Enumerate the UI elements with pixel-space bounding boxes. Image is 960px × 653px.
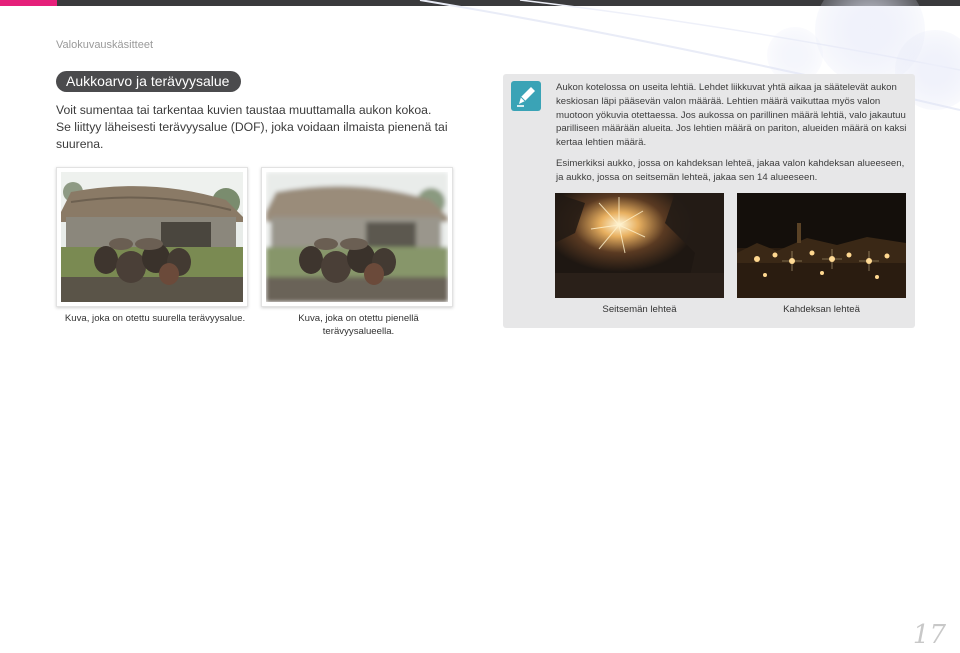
top-bar bbox=[0, 0, 960, 6]
intro-line-2: Se liittyy läheisesti terävyysalue (DOF)… bbox=[56, 120, 448, 151]
photo-seven-blades bbox=[555, 193, 724, 298]
top-bar-accent bbox=[0, 0, 57, 6]
note-box: Aukon kotelossa on useita lehtiä. Lehdet… bbox=[503, 74, 915, 328]
note-paragraph-2: Esimerkiksi aukko, jossa on kahdeksan le… bbox=[556, 157, 905, 183]
caption-large-dof: Kuva, joka on otettu suurella terävyysal… bbox=[64, 313, 246, 324]
intro-line-1: Voit sumentaa tai tarkentaa kuvien taust… bbox=[56, 103, 432, 117]
caption-small-dof: Kuva, joka on otettu pienellä terävyysal… bbox=[298, 313, 419, 337]
photo-eight-blades bbox=[737, 193, 906, 298]
pencil-note-icon bbox=[511, 81, 541, 111]
intro-text: Voit sumentaa tai tarkentaa kuvien taust… bbox=[56, 102, 466, 153]
page-number: 17 bbox=[912, 620, 946, 650]
note-text: Aukon kotelossa on useita lehtiä. Lehdet… bbox=[556, 81, 912, 192]
section-title: Aukkoarvo ja terävyysalue bbox=[56, 71, 241, 92]
note-paragraph-1: Aukon kotelossa on useita lehtiä. Lehdet… bbox=[556, 82, 907, 149]
photo-small-dof bbox=[261, 167, 453, 307]
caption-eight-blades: Kahdeksan lehteä bbox=[783, 304, 860, 315]
photo-large-dof bbox=[56, 167, 248, 307]
caption-seven-blades: Seitsemän lehteä bbox=[602, 304, 677, 315]
chapter-title: Valokuvauskäsitteet bbox=[56, 39, 154, 51]
